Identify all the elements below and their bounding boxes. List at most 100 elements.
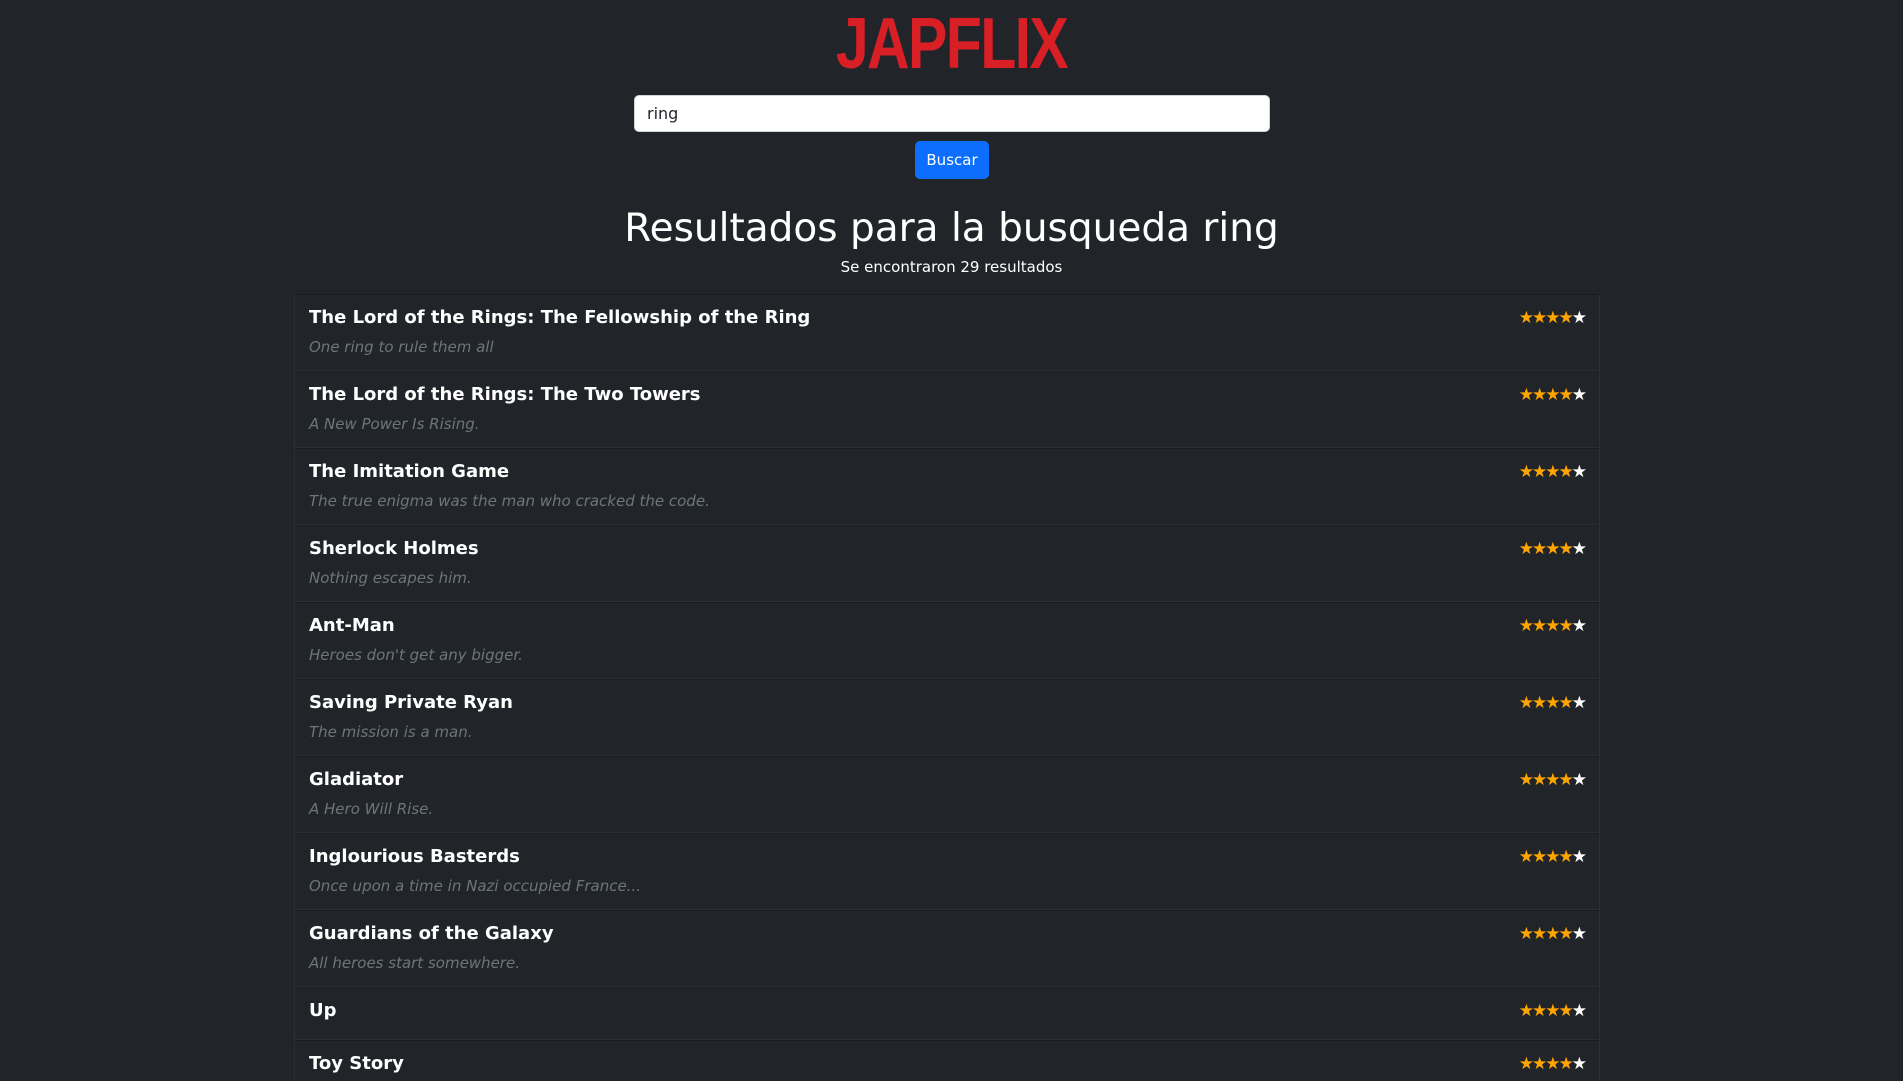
star-filled-icon: ★ [1518,462,1534,482]
star-filled-icon: ★ [1518,1001,1534,1021]
star-filled-icon: ★ [1545,1054,1560,1074]
star-filled-icon: ★ [1558,539,1574,559]
star-filled-icon: ★ [1532,385,1547,405]
star-filled-icon: ★ [1532,539,1547,559]
result-tagline: Once upon a time in Nazi occupied France… [309,877,641,895]
result-item[interactable]: Saving Private Ryan The mission is a man.… [294,679,1600,756]
star-filled-icon: ★ [1532,847,1547,867]
result-tagline: Nothing escapes him. [309,569,472,587]
result-title: The Lord of the Rings: The Fellowship of… [309,307,811,328]
result-tagline: One ring to rule them all [309,338,494,356]
star-filled-icon: ★ [1545,924,1560,944]
star-filled-icon: ★ [1558,385,1574,405]
result-title: Gladiator [309,769,404,790]
star-filled-icon: ★ [1518,770,1534,790]
star-rating: ★★★★★ [1518,461,1587,483]
star-filled-icon: ★ [1532,693,1547,713]
star-filled-icon: ★ [1558,1054,1574,1074]
star-empty-icon: ★ [1571,1054,1587,1074]
result-item[interactable]: Ant-Man Heroes don't get any bigger. ★★★★★ [294,602,1600,679]
result-title: The Imitation Game [309,461,510,482]
star-filled-icon: ★ [1518,847,1534,867]
star-filled-icon: ★ [1545,693,1560,713]
result-title: Guardians of the Galaxy [309,923,554,944]
result-title: The Lord of the Rings: The Two Towers [309,384,701,405]
result-item[interactable]: Guardians of the Galaxy All heroes start … [294,910,1600,987]
results-list: The Lord of the Rings: The Fellowship of… [294,294,1600,1081]
result-item[interactable]: Sherlock Holmes Nothing escapes him. ★★★★★ [294,525,1600,602]
result-title: Up [309,1000,337,1021]
star-rating: ★★★★★ [1518,615,1587,637]
star-filled-icon: ★ [1532,924,1547,944]
star-filled-icon: ★ [1518,539,1534,559]
search-input[interactable] [634,95,1270,132]
result-item[interactable]: Toy Story ★★★★★ [294,1040,1600,1081]
star-filled-icon: ★ [1532,462,1547,482]
star-filled-icon: ★ [1558,693,1574,713]
star-empty-icon: ★ [1571,308,1587,328]
star-empty-icon: ★ [1571,616,1587,636]
star-filled-icon: ★ [1558,770,1574,790]
star-filled-icon: ★ [1545,385,1560,405]
star-filled-icon: ★ [1545,308,1560,328]
star-empty-icon: ★ [1571,924,1587,944]
result-title: Toy Story [309,1053,404,1074]
star-rating: ★★★★★ [1518,1053,1587,1075]
star-filled-icon: ★ [1532,1054,1547,1074]
star-filled-icon: ★ [1532,308,1547,328]
results-count: Se encontraron 29 resultados [840,258,1063,276]
result-item[interactable]: The Lord of the Rings: The Fellowship of… [294,294,1600,371]
star-filled-icon: ★ [1545,462,1560,482]
result-title: Ant-Man [309,615,395,636]
star-empty-icon: ★ [1571,770,1587,790]
star-rating: ★★★★★ [1518,846,1587,868]
star-filled-icon: ★ [1518,693,1534,713]
result-title: Sherlock Holmes [309,538,479,559]
star-filled-icon: ★ [1558,462,1574,482]
star-filled-icon: ★ [1518,385,1534,405]
result-tagline: A Hero Will Rise. [309,800,434,818]
star-filled-icon: ★ [1558,847,1574,867]
star-filled-icon: ★ [1558,616,1574,636]
star-filled-icon: ★ [1558,924,1574,944]
star-filled-icon: ★ [1545,616,1560,636]
star-filled-icon: ★ [1545,1001,1560,1021]
result-item[interactable]: Gladiator A Hero Will Rise. ★★★★★ [294,756,1600,833]
star-filled-icon: ★ [1545,770,1560,790]
star-rating: ★★★★★ [1518,384,1587,406]
star-empty-icon: ★ [1571,462,1587,482]
search-button[interactable]: Buscar [915,141,989,179]
star-filled-icon: ★ [1518,308,1534,328]
result-item[interactable]: Inglourious Basterds Once upon a time in … [294,833,1600,910]
star-rating: ★★★★★ [1518,923,1587,945]
star-filled-icon: ★ [1558,1001,1574,1021]
star-filled-icon: ★ [1545,539,1560,559]
star-filled-icon: ★ [1518,1054,1534,1074]
star-empty-icon: ★ [1571,1001,1587,1021]
star-empty-icon: ★ [1571,385,1587,405]
japflix-logo: JAPFLIX [835,4,1069,84]
result-item[interactable]: Up ★★★★★ [294,987,1600,1040]
star-filled-icon: ★ [1518,616,1534,636]
result-tagline: A New Power Is Rising. [309,415,480,433]
star-empty-icon: ★ [1571,847,1587,867]
page: JAPFLIX Buscar Resultados para la busque… [0,0,1903,1081]
star-filled-icon: ★ [1532,1001,1547,1021]
star-filled-icon: ★ [1532,770,1547,790]
star-empty-icon: ★ [1571,539,1587,559]
star-filled-icon: ★ [1545,847,1560,867]
result-title: Inglourious Basterds [309,846,520,867]
result-tagline: All heroes start somewhere. [309,954,520,972]
star-rating: ★★★★★ [1518,769,1587,791]
star-filled-icon: ★ [1532,616,1547,636]
result-item[interactable]: The Imitation Game The true enigma was th… [294,448,1600,525]
star-rating: ★★★★★ [1518,307,1587,329]
star-filled-icon: ★ [1518,924,1534,944]
result-title: Saving Private Ryan [309,692,513,713]
result-tagline: The true enigma was the man who cracked … [309,492,710,510]
star-rating: ★★★★★ [1518,692,1587,714]
result-tagline: The mission is a man. [309,723,473,741]
star-rating: ★★★★★ [1518,1000,1587,1022]
results-title: Resultados para la busqueda ring [624,206,1279,251]
result-item[interactable]: The Lord of the Rings: The Two Towers A N… [294,371,1600,448]
